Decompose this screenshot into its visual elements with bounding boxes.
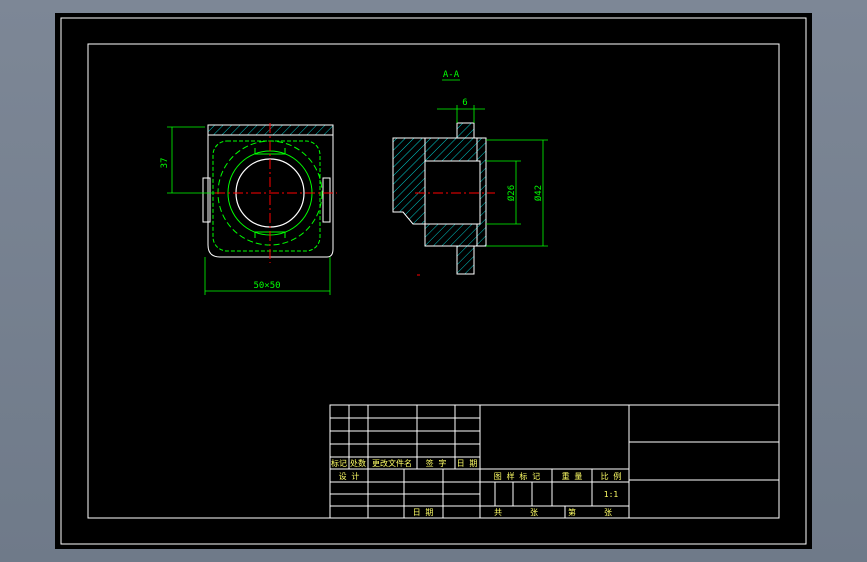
rev-header-mark: 标记 xyxy=(331,458,347,468)
dim-width-label: 50×50 xyxy=(253,281,280,291)
dim-6-label: 6 xyxy=(462,98,467,108)
info-header-scale: 比 例 xyxy=(601,471,622,481)
info-header-weight: 重 量 xyxy=(562,471,583,481)
sheet-total-label: 共 xyxy=(494,508,502,517)
drawing-canvas[interactable]: 37 50×50 A-A 6 Ø26 Ø42 标记 处数 更改文件名 签 字 日… xyxy=(55,13,812,549)
designer-label: 设 计 xyxy=(339,471,360,481)
info-header-marks: 图 样 标 记 xyxy=(494,471,540,481)
inner-border xyxy=(87,43,780,519)
rev-header-date: 日 期 xyxy=(457,459,478,468)
rev-header-sign: 签 字 xyxy=(426,458,447,468)
rev-header-file: 更改文件名 xyxy=(372,458,412,468)
section-view: A-A 6 Ø26 Ø42 xyxy=(392,70,548,276)
dim-42-label: Ø42 xyxy=(533,185,544,201)
sheet-unit1-label: 张 xyxy=(530,508,538,517)
section-bottom-hatch xyxy=(424,223,478,247)
top-lug xyxy=(456,122,475,139)
title-block-text: 标记 处数 更改文件名 签 字 日 期 设 计 日 期 图 样 标 记 重 量 … xyxy=(331,458,621,517)
section-label: A-A xyxy=(443,70,460,80)
section-top-hatch xyxy=(424,137,478,162)
bottom-lug xyxy=(456,245,475,275)
dim-26-label: Ø26 xyxy=(506,185,517,201)
scale-value: 1:1 xyxy=(604,490,619,499)
rev-header-count: 处数 xyxy=(350,458,366,468)
dim-37-label: 37 xyxy=(160,158,170,169)
left-flange xyxy=(202,177,211,223)
right-flange xyxy=(322,177,331,223)
front-view: 37 50×50 xyxy=(160,123,337,295)
date-label: 日 期 xyxy=(413,508,434,517)
sheet-unit2-label: 张 xyxy=(604,508,612,517)
cad-drawing: 37 50×50 A-A 6 Ø26 Ø42 标记 处数 更改文件名 签 字 日… xyxy=(60,17,807,545)
section-left-hatch xyxy=(392,137,426,225)
sheet-label: 第 xyxy=(568,507,576,517)
